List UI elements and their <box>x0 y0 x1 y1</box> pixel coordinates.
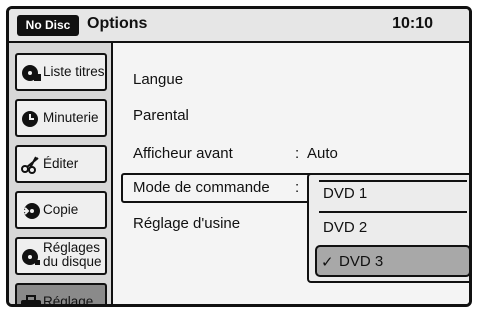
separator: : <box>295 145 300 162</box>
option-dvd-1[interactable]: DVD 1 <box>323 185 367 202</box>
copy-disc-icon <box>21 203 40 219</box>
mode-de-commande-dropdown[interactable]: DVD 1 DVD 2 ✓ DVD 3 <box>307 173 469 283</box>
toolbox-icon <box>21 295 41 304</box>
scissors-icon <box>21 156 39 174</box>
settings-panel: Langue Parental Afficheur avant : Auto M… <box>113 43 469 304</box>
divider <box>319 180 467 182</box>
setting-afficheur-avant[interactable]: Afficheur avant : Auto <box>133 145 338 162</box>
sidebar-item-reglage[interactable]: Réglage <box>15 283 107 307</box>
sidebar: Liste titres Minuterie Éditer Copie Régl… <box>9 43 113 304</box>
sidebar-item-liste-titres[interactable]: Liste titres <box>15 53 107 91</box>
setting-reglage-usine[interactable]: Réglage d'usine <box>133 215 240 232</box>
setting-value: Auto <box>307 145 338 162</box>
sidebar-item-label: Minuterie <box>43 110 99 125</box>
disc-settings-icon <box>22 249 40 265</box>
option-dvd-3-selected[interactable]: ✓ DVD 3 <box>315 245 469 277</box>
setting-label: Mode de commande <box>133 179 270 196</box>
sidebar-item-minuterie[interactable]: Minuterie <box>15 99 107 137</box>
sidebar-item-label: Éditer <box>43 156 79 171</box>
options-screen: No Disc Options 10:10 Liste titres Minut… <box>6 6 472 307</box>
sidebar-item-label: Réglage <box>43 294 94 307</box>
sidebar-item-reglages-du-disque[interactable]: Réglages du disque <box>15 237 107 275</box>
option-label: DVD 3 <box>339 253 384 270</box>
sidebar-item-editer[interactable]: Éditer <box>15 145 107 183</box>
page-title: Options <box>87 15 148 32</box>
clock: 10:10 <box>392 15 433 32</box>
setting-label: Langue <box>133 71 184 88</box>
sidebar-item-label: Copie <box>43 202 79 217</box>
separator: : <box>295 179 300 196</box>
setting-mode-de-commande[interactable]: Mode de commande : <box>133 179 299 196</box>
divider <box>319 211 467 213</box>
sidebar-item-label: Réglages du disque <box>43 240 102 270</box>
setting-label: Parental <box>133 107 189 124</box>
sidebar-item-label: Liste titres <box>43 64 105 79</box>
title-bar: No Disc Options 10:10 <box>9 9 469 43</box>
clock-icon <box>22 111 38 127</box>
setting-label: Afficheur avant <box>133 145 233 162</box>
disc-list-icon <box>22 65 41 81</box>
sidebar-item-copie[interactable]: Copie <box>15 191 107 229</box>
setting-langue[interactable]: Langue <box>133 71 183 88</box>
option-dvd-2[interactable]: DVD 2 <box>323 219 367 236</box>
setting-label: Réglage d'usine <box>133 215 241 232</box>
setting-parental[interactable]: Parental <box>133 107 189 124</box>
check-icon: ✓ <box>321 254 334 271</box>
disc-status-badge: No Disc <box>17 15 79 36</box>
